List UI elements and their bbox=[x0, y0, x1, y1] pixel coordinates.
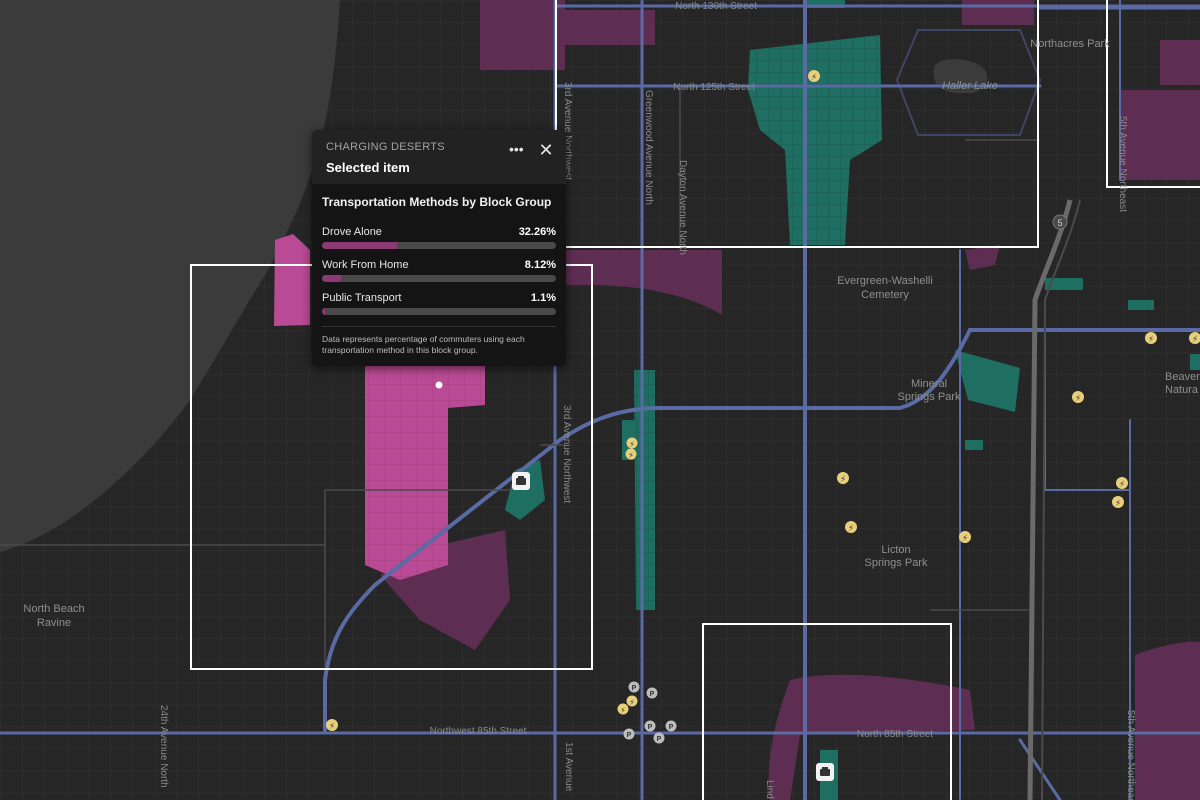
popup-divider bbox=[322, 326, 556, 327]
street-1st-ave-label: 1st Avenue bbox=[563, 742, 574, 792]
popup-title: Selected item bbox=[326, 160, 410, 175]
feature-popup: CHARGING DESERTS Selected item ••• ✕ Tra… bbox=[312, 130, 566, 366]
svg-text:⚡: ⚡ bbox=[629, 698, 635, 707]
parking-garage-icon[interactable] bbox=[816, 763, 834, 781]
svg-text:P: P bbox=[650, 691, 655, 698]
street-n125-label: North 125th Street bbox=[673, 82, 755, 93]
ev-charging-icon[interactable]: ⚡ bbox=[326, 719, 338, 731]
stat-label: Public Transport bbox=[322, 292, 402, 304]
svg-text:P: P bbox=[632, 685, 637, 692]
ev-charging-icon[interactable]: ⚡ bbox=[845, 521, 857, 533]
parking-icon[interactable]: P bbox=[665, 720, 677, 732]
street-nw85-label: Northwest 85th Street bbox=[430, 726, 527, 737]
street-n85-label: North 85th Street bbox=[857, 729, 933, 740]
street-5th-ave-ne-label: 5th Avenue Northeast bbox=[1117, 116, 1128, 212]
street-5th-ave-ne-lower-label: 5th Avenue Northeast bbox=[1125, 710, 1136, 800]
ev-charging-icon[interactable]: ⚡ bbox=[1072, 391, 1084, 403]
close-icon[interactable]: ✕ bbox=[538, 141, 554, 159]
stat-label: Drove Alone bbox=[322, 226, 382, 238]
parking-icon[interactable]: P bbox=[644, 720, 656, 732]
parking-icon[interactable]: P bbox=[653, 732, 665, 744]
svg-text:⚡: ⚡ bbox=[620, 706, 626, 715]
stat-bar-track bbox=[322, 242, 556, 249]
street-lind-label: Lind bbox=[764, 780, 775, 799]
stat-value: 1.1% bbox=[530, 292, 556, 304]
svg-text:⚡: ⚡ bbox=[848, 523, 854, 533]
haller-lake-label: Haller Lake bbox=[942, 80, 998, 92]
svg-text:⚡: ⚡ bbox=[1119, 479, 1125, 489]
stat-bar-fill bbox=[322, 275, 341, 282]
selected-point-marker[interactable] bbox=[435, 381, 443, 389]
stat-value: 32.26% bbox=[518, 226, 556, 238]
ev-charging-icon[interactable]: ⚡ bbox=[837, 472, 849, 484]
mineral-springs-park-label: Springs Park bbox=[898, 391, 961, 403]
north-beach-ravine-label: Ravine bbox=[37, 617, 71, 629]
mineral-label: Mineral bbox=[911, 378, 947, 390]
street-dayton-label: Dayton Avenue North bbox=[677, 160, 688, 255]
svg-text:⚡: ⚡ bbox=[962, 533, 968, 543]
popup-header: CHARGING DESERTS Selected item ••• ✕ bbox=[312, 130, 566, 184]
ev-charging-icon[interactable]: ⚡ bbox=[959, 531, 971, 543]
street-greenwood-label: Greenwood Avenue North bbox=[643, 90, 654, 205]
map-canvas[interactable]: 5 Haller Lake Northacres Park Evergreen-… bbox=[0, 0, 1200, 800]
street-n130-label: North 130th Street bbox=[675, 1, 757, 12]
parking-icon[interactable]: P bbox=[646, 687, 658, 699]
stat-label: Work From Home bbox=[322, 259, 409, 271]
stat-bar-fill bbox=[322, 308, 325, 315]
beaver-label: Beaver bbox=[1165, 371, 1200, 383]
svg-text:⚡: ⚡ bbox=[629, 440, 635, 449]
north-beach-label: North Beach bbox=[23, 603, 84, 615]
ev-charging-icon[interactable]: ⚡ bbox=[808, 70, 820, 82]
licton-label: Licton bbox=[881, 544, 910, 556]
svg-text:⚡: ⚡ bbox=[1192, 334, 1198, 344]
svg-text:⚡: ⚡ bbox=[1075, 393, 1081, 403]
parking-garage-icon[interactable] bbox=[512, 472, 530, 490]
stat-bar-fill bbox=[322, 242, 398, 249]
ellipsis-icon[interactable]: ••• bbox=[509, 142, 524, 158]
svg-text:P: P bbox=[657, 736, 662, 743]
svg-text:⚡: ⚡ bbox=[1115, 498, 1121, 508]
ev-charging-icon[interactable]: ⚡ bbox=[1145, 332, 1157, 344]
svg-text:P: P bbox=[648, 724, 653, 731]
parking-icon[interactable]: P bbox=[623, 728, 635, 740]
northacres-park-label: Northacres Park bbox=[1030, 38, 1110, 50]
svg-text:⚡: ⚡ bbox=[628, 451, 634, 460]
svg-text:⚡: ⚡ bbox=[811, 72, 817, 82]
highway-shield-i5: 5 bbox=[1052, 214, 1068, 230]
popup-footnote: Data represents percentage of commuters … bbox=[322, 334, 525, 355]
svg-text:⚡: ⚡ bbox=[840, 474, 846, 484]
stat-bar-track bbox=[322, 308, 556, 315]
svg-text:⚡: ⚡ bbox=[329, 721, 335, 731]
street-24th-ave-label: 24th Avenue North bbox=[158, 705, 169, 788]
svg-text:⚡: ⚡ bbox=[1148, 334, 1154, 344]
street-3rd-ave-nw-label: 3rd Avenue Northwest bbox=[561, 405, 572, 503]
ev-charging-icon[interactable]: ⚡ bbox=[1116, 477, 1128, 489]
highway-shield-label: 5 bbox=[1057, 218, 1062, 228]
cemetery-label: Cemetery bbox=[861, 289, 909, 301]
evergreen-label: Evergreen-Washelli bbox=[837, 275, 933, 287]
stat-value: 8.12% bbox=[524, 259, 556, 271]
ev-charging-icon[interactable]: ⚡ bbox=[1112, 496, 1124, 508]
svg-text:P: P bbox=[669, 724, 674, 731]
popup-layer-name: CHARGING DESERTS bbox=[326, 141, 445, 153]
parking-icon[interactable]: P bbox=[628, 681, 640, 693]
licton-springs-park-label: Springs Park bbox=[865, 557, 928, 569]
popup-section-title: Transportation Methods by Block Group bbox=[322, 195, 552, 209]
svg-text:P: P bbox=[627, 732, 632, 739]
beaver-natural-label: Natura bbox=[1165, 384, 1199, 396]
stat-bar-track bbox=[322, 275, 556, 282]
